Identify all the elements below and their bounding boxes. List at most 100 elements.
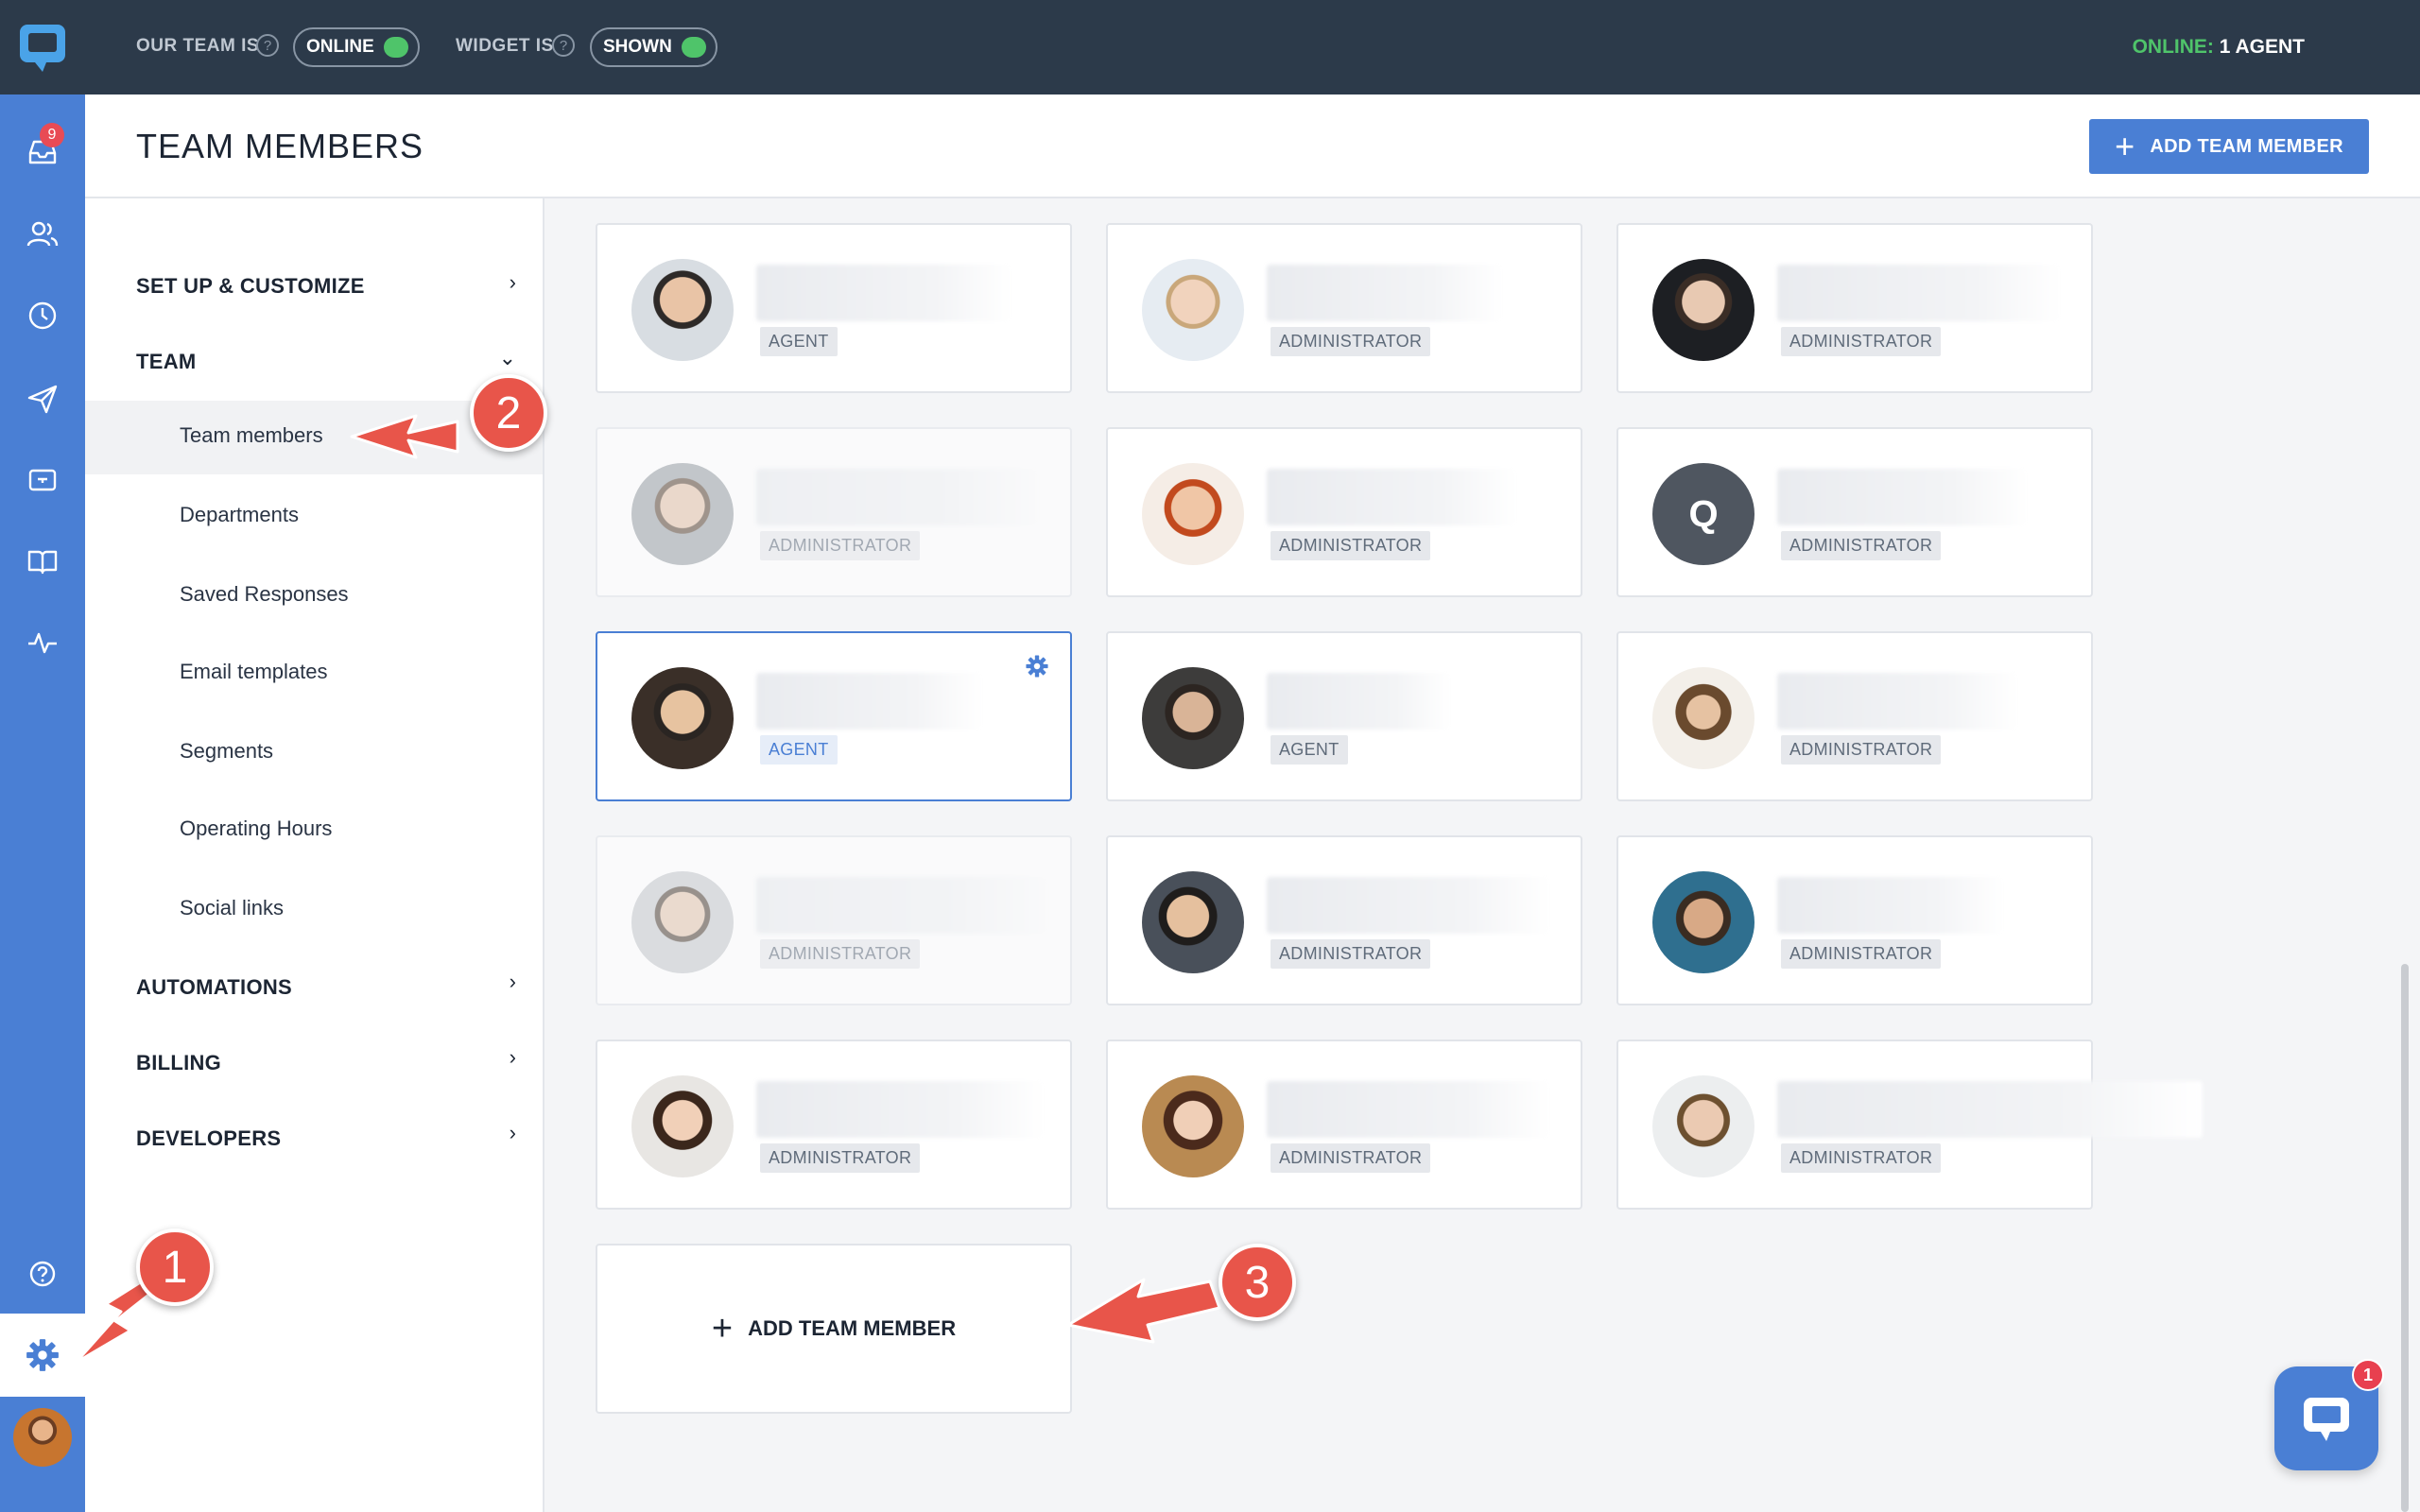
team-member-card[interactable]: AGENT — [1106, 631, 1582, 801]
member-name-redacted — [756, 1081, 1045, 1138]
toggle-on-indicator — [383, 37, 408, 58]
nav-team[interactable]: TEAM — [136, 350, 197, 374]
team-member-card[interactable]: AGENT — [596, 631, 1072, 801]
content-scrollbar[interactable] — [2401, 964, 2409, 1512]
add-team-member-card-label: ADD TEAM MEMBER — [748, 1316, 957, 1340]
callout-3: 3 — [1219, 1244, 1296, 1321]
team-member-card[interactable]: ADMINISTRATOR — [1106, 1040, 1582, 1210]
plus-icon: + — [711, 1309, 734, 1349]
member-role-badge: AGENT — [760, 735, 838, 765]
member-name-redacted — [1267, 877, 1550, 934]
member-avatar — [1142, 871, 1244, 973]
member-avatar — [1652, 259, 1754, 361]
member-role-badge: ADMINISTRATOR — [1781, 531, 1942, 560]
team-member-card[interactable]: AGENT — [596, 223, 1072, 393]
team-member-card[interactable]: ADMINISTRATOR — [596, 835, 1072, 1005]
help-icon[interactable] — [0, 1246, 85, 1302]
widget-status-toggle[interactable]: SHOWN — [590, 27, 717, 67]
member-role-badge: AGENT — [1270, 735, 1348, 765]
member-name-redacted — [756, 877, 1049, 934]
toggle-on-indicator — [681, 37, 706, 58]
team-member-card[interactable]: ADMINISTRATOR — [1106, 427, 1582, 597]
nav-setup-customize[interactable]: SET UP & CUSTOMIZE — [136, 274, 365, 299]
team-member-card[interactable]: ADMINISTRATOR — [1106, 223, 1582, 393]
member-name-redacted — [1777, 469, 2028, 525]
widget-icon[interactable] — [0, 452, 85, 508]
page-header: TEAM MEMBERS + ADD TEAM MEMBER — [85, 94, 2420, 198]
team-member-card[interactable]: Q ADMINISTRATOR — [1616, 427, 2093, 597]
member-avatar — [631, 259, 734, 361]
team-status-toggle[interactable]: ONLINE — [293, 27, 420, 67]
nav-item-operating-hours[interactable]: Operating Hours — [180, 816, 332, 841]
member-role-badge: ADMINISTRATOR — [760, 1143, 921, 1173]
callout-1: 1 — [136, 1228, 214, 1306]
team-status-help-icon[interactable]: ? — [256, 34, 279, 57]
plus-icon: + — [2115, 127, 2135, 165]
nav-automations[interactable]: AUTOMATIONS — [136, 975, 292, 1000]
team-member-card[interactable]: ADMINISTRATOR — [1616, 631, 2093, 801]
team-member-card[interactable]: ADMINISTRATOR — [1616, 835, 2093, 1005]
member-name-redacted — [756, 469, 1040, 525]
team-status-value: ONLINE — [306, 37, 374, 57]
member-name-redacted — [1267, 469, 1517, 525]
member-name-redacted — [1777, 877, 2004, 934]
nav-item-team-members[interactable]: Team members — [180, 423, 323, 448]
member-role-badge: ADMINISTRATOR — [760, 531, 921, 560]
member-settings-icon[interactable] — [1025, 654, 1049, 679]
online-agents-status: ONLINE: 1 AGENT — [2133, 36, 2305, 59]
member-avatar — [631, 871, 734, 973]
nav-item-social-links[interactable]: Social links — [180, 896, 284, 920]
member-name-redacted — [1267, 673, 1451, 730]
member-role-badge: ADMINISTRATOR — [1270, 1143, 1431, 1173]
team-member-card[interactable]: ADMINISTRATOR — [596, 1040, 1072, 1210]
team-member-card[interactable]: ADMINISTRATOR — [1106, 835, 1582, 1005]
chevron-down-icon: ⌄ — [498, 346, 516, 369]
member-role-badge: ADMINISTRATOR — [1270, 531, 1431, 560]
nav-item-departments[interactable]: Departments — [180, 503, 299, 527]
knowledge-base-icon[interactable] — [0, 533, 85, 590]
member-role-badge: ADMINISTRATOR — [1270, 939, 1431, 969]
member-role-badge: AGENT — [760, 327, 838, 356]
history-icon[interactable] — [0, 287, 85, 344]
settings-button[interactable] — [0, 1314, 85, 1397]
add-team-member-button[interactable]: + ADD TEAM MEMBER — [2089, 119, 2369, 174]
chat-unread-badge: 1 — [2352, 1359, 2384, 1391]
member-avatar — [1142, 463, 1244, 565]
member-name-redacted — [1267, 265, 1503, 321]
member-name-redacted — [1777, 265, 2061, 321]
callout-2: 2 — [470, 374, 547, 452]
member-name-redacted — [1777, 673, 2018, 730]
nav-item-segments[interactable]: Segments — [180, 739, 273, 764]
add-team-member-label: ADD TEAM MEMBER — [2150, 135, 2343, 157]
member-role-badge: ADMINISTRATOR — [1781, 735, 1942, 765]
member-role-badge: ADMINISTRATOR — [760, 939, 921, 969]
team-status-label: OUR TEAM IS — [136, 36, 260, 56]
add-team-member-card[interactable]: + ADD TEAM MEMBER — [596, 1244, 1072, 1414]
member-avatar — [1142, 1075, 1244, 1177]
nav-item-email-templates[interactable]: Email templates — [180, 660, 328, 684]
team-member-card[interactable]: ADMINISTRATOR — [1616, 223, 2093, 393]
member-avatar — [631, 463, 734, 565]
analytics-icon[interactable] — [0, 614, 85, 671]
member-name-redacted — [1777, 1081, 2203, 1138]
nav-item-saved-responses[interactable]: Saved Responses — [180, 582, 349, 607]
app-logo[interactable] — [0, 0, 85, 94]
member-role-badge: ADMINISTRATOR — [1781, 327, 1942, 356]
member-avatar — [631, 1075, 734, 1177]
chat-icon — [2304, 1398, 2349, 1441]
widget-status-help-icon[interactable]: ? — [552, 34, 575, 57]
team-member-card[interactable]: ADMINISTRATOR — [1616, 1040, 2203, 1210]
member-avatar — [1652, 667, 1754, 769]
member-name-redacted — [756, 673, 983, 730]
member-avatar — [631, 667, 734, 769]
team-member-card[interactable]: ADMINISTRATOR — [596, 427, 1072, 597]
member-role-badge: ADMINISTRATOR — [1781, 1143, 1942, 1173]
member-avatar — [1142, 259, 1244, 361]
campaigns-icon[interactable] — [0, 370, 85, 427]
nav-billing[interactable]: BILLING — [136, 1051, 221, 1075]
user-avatar[interactable] — [13, 1408, 72, 1467]
nav-developers[interactable]: DEVELOPERS — [136, 1126, 281, 1151]
widget-status-value: SHOWN — [603, 37, 672, 57]
contacts-icon[interactable] — [0, 206, 85, 263]
settings-icon — [26, 1339, 59, 1371]
